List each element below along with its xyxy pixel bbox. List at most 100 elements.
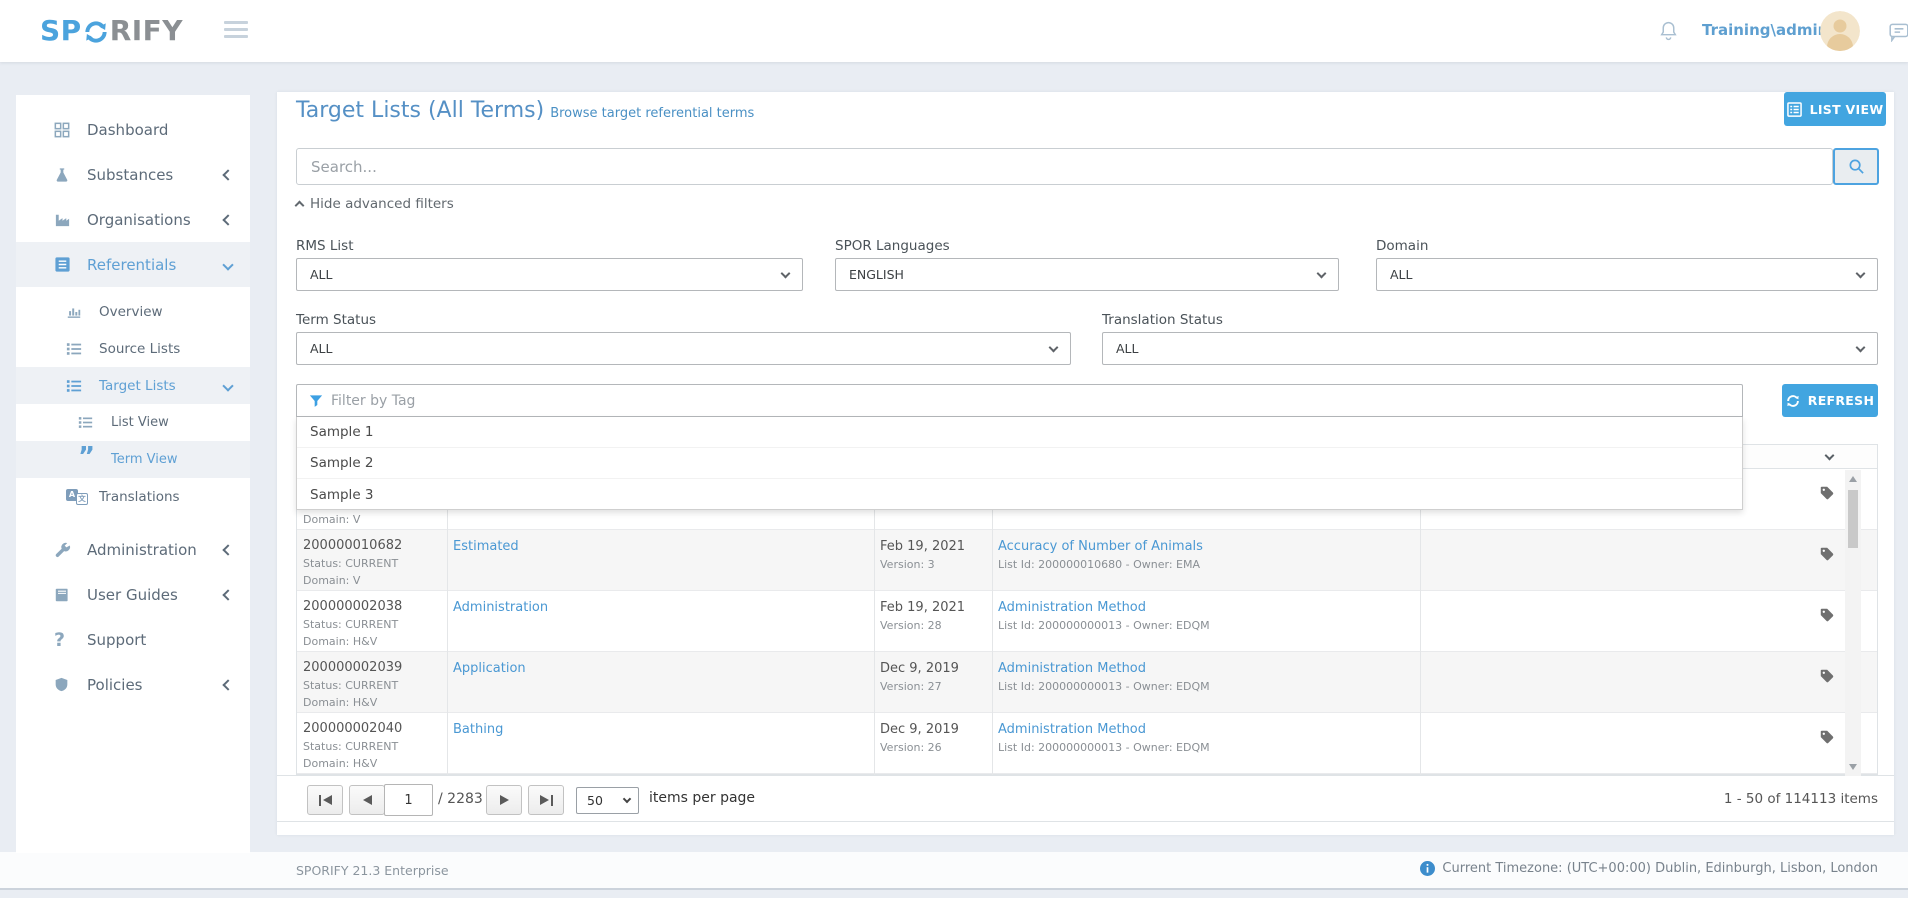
list-name-link[interactable]: Accuracy of Number of Animals: [998, 539, 1203, 554]
tag-icon[interactable]: [1819, 668, 1835, 688]
sidebar-item-term-view[interactable]: ” Term View: [16, 441, 250, 478]
sidebar-item-administration[interactable]: Administration: [16, 527, 250, 572]
term-name-link[interactable]: Bathing: [453, 722, 503, 737]
chevron-down-icon: [1049, 342, 1059, 352]
sidebar-item-overview[interactable]: Overview: [16, 293, 250, 330]
factory-icon: [54, 211, 78, 228]
list-info: List Id: 200000000013 - Owner: EDQM: [998, 741, 1210, 754]
browse-target-referential-terms-link[interactable]: Browse target referential terms: [550, 106, 754, 121]
last-page-button[interactable]: [528, 785, 564, 815]
sidebar-item-translations[interactable]: A文 Translations: [16, 478, 250, 515]
current-user-menu[interactable]: Training\admin: [1702, 21, 1828, 39]
table-rows-container: Domain: V 200000010682 Status: CURRENT D…: [297, 469, 1877, 775]
list-name-link[interactable]: Administration Method: [998, 600, 1146, 615]
sidebar-item-organisations[interactable]: Organisations: [16, 197, 250, 242]
next-page-button[interactable]: [486, 785, 522, 815]
search-input[interactable]: [296, 148, 1833, 185]
hide-advanced-filters-label: Hide advanced filters: [310, 196, 454, 212]
tag-option-sample-1[interactable]: Sample 1: [297, 417, 1742, 448]
app-version-label: SPORIFY 21.3 Enterprise: [296, 863, 449, 878]
search-button[interactable]: [1833, 148, 1879, 185]
info-icon: [1420, 861, 1435, 876]
sidebar-item-target-lists[interactable]: Target Lists: [16, 367, 250, 404]
sidebar-item-policies[interactable]: Policies: [16, 662, 250, 707]
term-domain: Domain: H&V: [303, 635, 377, 648]
term-status: Status: CURRENT: [303, 618, 398, 631]
column-menu-chevron-down-icon[interactable]: [1825, 451, 1835, 461]
sidebar-item-support[interactable]: ? Support: [16, 617, 250, 662]
term-domain: Domain: V: [303, 513, 360, 526]
term-date: Dec 9, 2019: [880, 661, 959, 676]
tag-icon[interactable]: [1819, 607, 1835, 627]
logo-text-rify: RIFY: [110, 14, 183, 47]
spor-languages-select[interactable]: ENGLISH: [835, 258, 1339, 291]
chevron-left-icon: [222, 589, 233, 600]
tag-icon[interactable]: [1819, 546, 1835, 566]
tag-icon[interactable]: [1819, 485, 1835, 505]
sidebar-label: Organisations: [87, 211, 191, 229]
list-info: List Id: 200000010680 - Owner: EMA: [998, 558, 1200, 571]
chevron-left-icon: [222, 169, 233, 180]
sidebar-nav: Dashboard Substances Organisations Refer…: [16, 95, 250, 853]
term-name-link[interactable]: Estimated: [453, 539, 519, 554]
term-domain: Domain: V: [303, 574, 360, 587]
first-page-button[interactable]: [307, 785, 343, 815]
table-row[interactable]: 200000002040 Status: CURRENT Domain: H&V…: [297, 713, 1877, 774]
tag-option-sample-3[interactable]: Sample 3: [297, 479, 1742, 510]
sidebar-toggle-hamburger-icon[interactable]: [224, 21, 248, 42]
app-logo: SP RIFY: [40, 14, 183, 47]
domain-select[interactable]: ALL: [1376, 258, 1878, 291]
table-row[interactable]: 200000010682 Status: CURRENT Domain: V E…: [297, 530, 1877, 591]
term-name-link[interactable]: Administration: [453, 600, 548, 615]
sidebar-item-source-lists[interactable]: Source Lists: [16, 330, 250, 367]
list-info: List Id: 200000000013 - Owner: EDQM: [998, 619, 1210, 632]
total-pages-label: / 2283: [438, 791, 483, 807]
chevron-down-icon: [1317, 268, 1327, 278]
page-title: Target Lists (All Terms) Browse target re…: [296, 98, 754, 123]
tag-option-sample-2[interactable]: Sample 2: [297, 448, 1742, 479]
scrollbar-thumb[interactable]: [1848, 490, 1858, 548]
rms-list-label: RMS List: [296, 238, 354, 254]
table-row[interactable]: 200000002039 Status: CURRENT Domain: H&V…: [297, 652, 1877, 713]
list-view-button[interactable]: LIST VIEW: [1784, 92, 1886, 126]
sidebar-label: Term View: [111, 452, 178, 467]
table-vertical-scrollbar[interactable]: [1845, 470, 1861, 776]
term-domain: Domain: H&V: [303, 696, 377, 709]
sidebar-label: Overview: [99, 304, 163, 320]
translation-status-select[interactable]: ALL: [1102, 332, 1878, 365]
sidebar-item-dashboard[interactable]: Dashboard: [16, 107, 250, 152]
page-title-text: Target Lists (All Terms): [296, 98, 544, 123]
rms-list-value: ALL: [310, 267, 332, 282]
list-name-link[interactable]: Administration Method: [998, 661, 1146, 676]
sidebar-item-referentials[interactable]: Referentials: [16, 242, 250, 287]
list-icon: [66, 378, 90, 394]
domain-value: ALL: [1390, 267, 1412, 282]
user-avatar[interactable]: [1820, 11, 1860, 51]
scroll-down-arrow-icon[interactable]: [1849, 764, 1857, 770]
sidebar-item-user-guides[interactable]: User Guides: [16, 572, 250, 617]
filter-by-tag-input[interactable]: Filter by Tag: [296, 384, 1743, 417]
timezone-label: Current Timezone: (UTC+00:00) Dublin, Ed…: [1442, 861, 1878, 876]
table-row[interactable]: 200000002038 Status: CURRENT Domain: H&V…: [297, 591, 1877, 652]
sidebar-item-list-view[interactable]: List View: [16, 404, 250, 441]
hide-advanced-filters-toggle[interactable]: Hide advanced filters: [296, 196, 454, 212]
scroll-up-arrow-icon[interactable]: [1849, 476, 1857, 482]
sidebar-item-substances[interactable]: Substances: [16, 152, 250, 197]
refresh-button[interactable]: REFRESH: [1782, 384, 1878, 417]
sidebar-label: Dashboard: [87, 121, 168, 139]
first-page-icon: [323, 795, 332, 805]
rms-list-select[interactable]: ALL: [296, 258, 803, 291]
referentials-journal-icon: [54, 256, 78, 273]
feedback-chat-icon[interactable]: [1888, 20, 1908, 46]
list-view-button-icon: [1787, 102, 1802, 117]
term-name-link[interactable]: Application: [453, 661, 526, 676]
list-name-link[interactable]: Administration Method: [998, 722, 1146, 737]
translation-status-label: Translation Status: [1102, 312, 1223, 328]
previous-page-button[interactable]: [349, 785, 385, 815]
term-domain: Domain: H&V: [303, 757, 377, 770]
page-number-input[interactable]: [384, 784, 433, 816]
items-per-page-select[interactable]: 50: [576, 787, 639, 814]
term-status-select[interactable]: ALL: [296, 332, 1071, 365]
tag-icon[interactable]: [1819, 729, 1835, 749]
notifications-bell-icon[interactable]: [1658, 20, 1679, 45]
